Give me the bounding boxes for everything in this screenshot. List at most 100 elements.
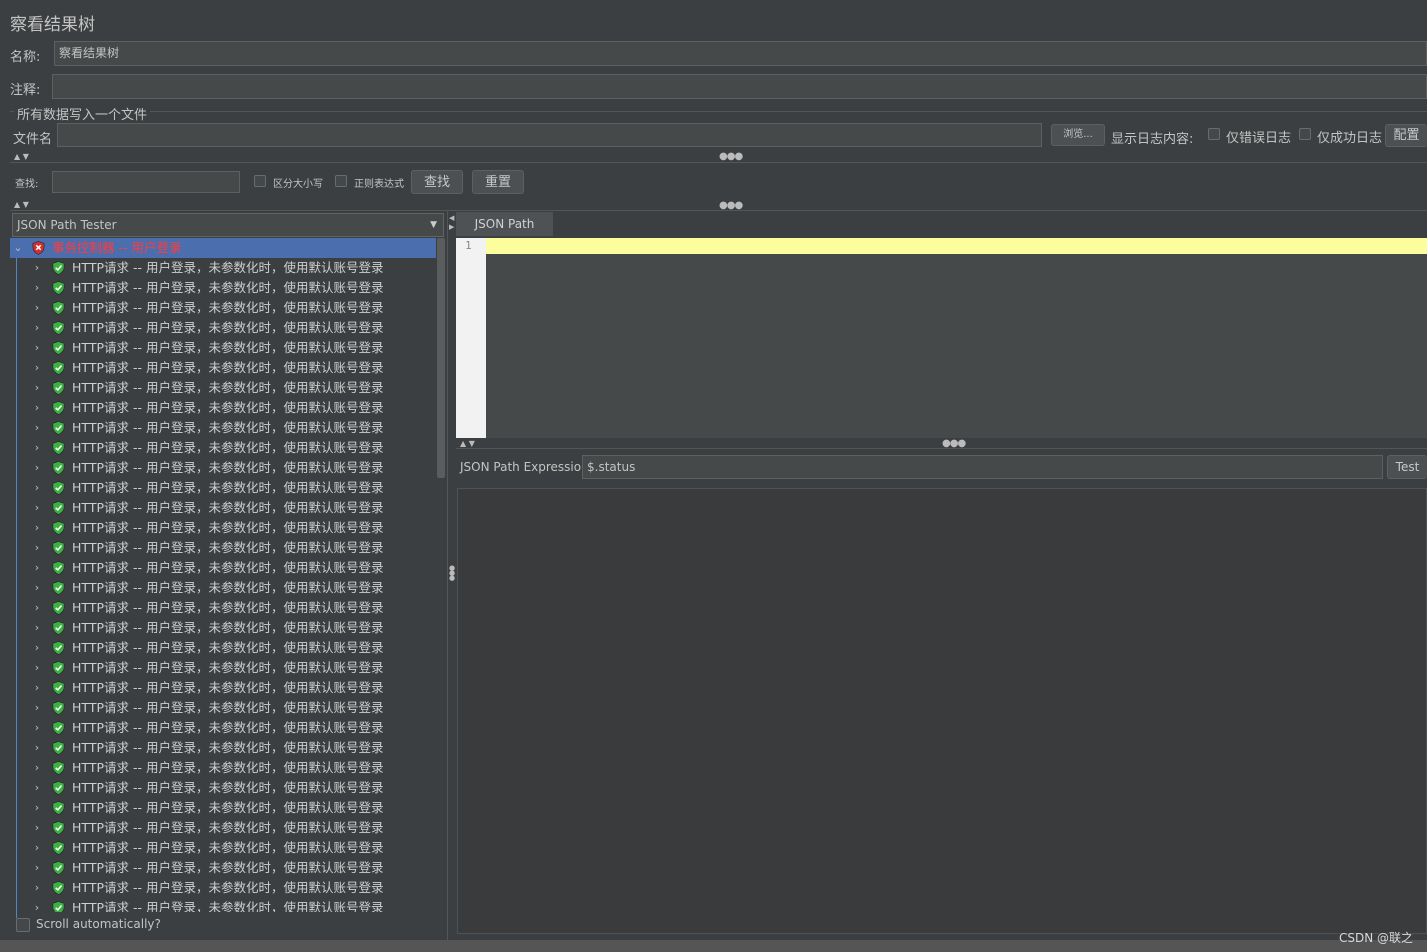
chevron-right-icon[interactable]: › <box>30 558 44 578</box>
tree-root-row[interactable]: ⌄ 事务控制器 -- 用户登录 <box>10 238 436 258</box>
chevron-right-icon[interactable]: › <box>30 398 44 418</box>
tree-child-row[interactable]: › HTTP请求 -- 用户登录，未参数化时，使用默认账号登录 <box>10 478 436 498</box>
chevron-right-icon[interactable]: › <box>30 698 44 718</box>
result-tree[interactable]: ⌄ 事务控制器 -- 用户登录 › HTTP请求 -- 用户登录，未参数化时，使用默认… <box>10 238 436 912</box>
tree-child-row[interactable]: › HTTP请求 -- 用户登录，未参数化时，使用默认账号登录 <box>10 758 436 778</box>
tree-child-row[interactable]: › HTTP请求 -- 用户登录，未参数化时，使用默认账号登录 <box>10 838 436 858</box>
tree-child-row[interactable]: › HTTP请求 -- 用户登录，未参数化时，使用默认账号登录 <box>10 698 436 718</box>
success-only-checkbox[interactable] <box>1299 128 1311 140</box>
chevron-right-icon[interactable]: › <box>30 298 44 318</box>
scroll-automatically-checkbox[interactable] <box>16 918 30 932</box>
tree-child-row[interactable]: › HTTP请求 -- 用户登录，未参数化时，使用默认账号登录 <box>10 258 436 278</box>
tree-child-row[interactable]: › HTTP请求 -- 用户登录，未参数化时，使用默认账号登录 <box>10 778 436 798</box>
chevron-right-icon[interactable]: › <box>30 318 44 338</box>
tree-child-row[interactable]: › HTTP请求 -- 用户登录，未参数化时，使用默认账号登录 <box>10 438 436 458</box>
tree-child-row[interactable]: › HTTP请求 -- 用户登录，未参数化时，使用默认账号登录 <box>10 658 436 678</box>
browse-button[interactable]: 浏览... <box>1051 124 1105 146</box>
splitter-handle-icon[interactable]: ●●● <box>719 151 743 162</box>
tree-child-row[interactable]: › HTTP请求 -- 用户登录，未参数化时，使用默认账号登录 <box>10 538 436 558</box>
json-path-expression-input[interactable]: $.status <box>582 455 1383 479</box>
renderer-select[interactable]: JSON Path Tester ▼ <box>12 213 444 237</box>
response-editor[interactable] <box>456 238 1427 438</box>
chevron-right-icon[interactable]: › <box>30 718 44 738</box>
tree-child-row[interactable]: › HTTP请求 -- 用户登录，未参数化时，使用默认账号登录 <box>10 338 436 358</box>
splitter-handle-icon[interactable]: ●●● <box>449 565 455 582</box>
tree-child-row[interactable]: › HTTP请求 -- 用户登录，未参数化时，使用默认账号登录 <box>10 878 436 898</box>
chevron-right-icon[interactable]: › <box>30 498 44 518</box>
tree-child-row[interactable]: › HTTP请求 -- 用户登录，未参数化时，使用默认账号登录 <box>10 618 436 638</box>
chevron-right-icon[interactable]: › <box>30 338 44 358</box>
chevron-right-icon[interactable]: › <box>30 438 44 458</box>
chevron-right-icon[interactable]: › <box>30 278 44 298</box>
chevron-right-icon[interactable]: › <box>30 858 44 878</box>
chevron-right-icon[interactable]: › <box>30 818 44 838</box>
success-shield-icon <box>52 341 65 355</box>
errors-only-checkbox[interactable] <box>1208 128 1220 140</box>
chevron-right-icon[interactable]: › <box>30 838 44 858</box>
tree-child-row[interactable]: › HTTP请求 -- 用户登录，未参数化时，使用默认账号登录 <box>10 898 436 912</box>
chevron-right-icon[interactable]: › <box>30 518 44 538</box>
chevron-right-icon[interactable]: › <box>30 258 44 278</box>
chevron-right-icon[interactable]: › <box>30 678 44 698</box>
case-sensitive-checkbox[interactable] <box>254 175 266 187</box>
editor-gutter <box>456 238 486 438</box>
tree-child-row[interactable]: › HTTP请求 -- 用户登录，未参数化时，使用默认账号登录 <box>10 458 436 478</box>
tree-child-row[interactable]: › HTTP请求 -- 用户登录，未参数化时，使用默认账号登录 <box>10 818 436 838</box>
chevron-right-icon[interactable]: › <box>30 658 44 678</box>
tree-child-row[interactable]: › HTTP请求 -- 用户登录，未参数化时，使用默认账号登录 <box>10 638 436 658</box>
tree-child-row[interactable]: › HTTP请求 -- 用户登录，未参数化时，使用默认账号登录 <box>10 498 436 518</box>
configure-button[interactable]: 配置 <box>1385 124 1427 147</box>
tree-child-row[interactable]: › HTTP请求 -- 用户登录，未参数化时，使用默认账号登录 <box>10 398 436 418</box>
chevron-right-icon[interactable]: › <box>30 378 44 398</box>
chevron-right-icon[interactable]: › <box>30 878 44 898</box>
collapse-arrows-icon[interactable]: ▲ ▼ <box>14 152 29 161</box>
filename-input[interactable] <box>57 123 1042 147</box>
tree-scrollbar[interactable] <box>437 238 445 478</box>
chevron-right-icon[interactable]: › <box>30 478 44 498</box>
success-shield-icon <box>52 761 65 775</box>
test-button[interactable]: Test <box>1387 455 1427 479</box>
chevron-right-icon[interactable]: › <box>30 758 44 778</box>
search-input[interactable] <box>52 171 240 193</box>
tree-child-row[interactable]: › HTTP请求 -- 用户登录，未参数化时，使用默认账号登录 <box>10 318 436 338</box>
comment-input[interactable] <box>52 74 1427 99</box>
error-shield-icon <box>32 241 45 255</box>
name-input[interactable]: 察看结果树 <box>54 41 1427 66</box>
chevron-right-icon[interactable]: › <box>30 778 44 798</box>
tree-child-row[interactable]: › HTTP请求 -- 用户登录，未参数化时，使用默认账号登录 <box>10 418 436 438</box>
chevron-down-icon[interactable]: ⌄ <box>11 238 25 258</box>
collapse-arrows-icon[interactable]: ◀ ▶ <box>449 214 454 232</box>
chevron-right-icon[interactable]: › <box>30 598 44 618</box>
chevron-right-icon[interactable]: › <box>30 458 44 478</box>
regex-checkbox[interactable] <box>335 175 347 187</box>
tree-child-row[interactable]: › HTTP请求 -- 用户登录，未参数化时，使用默认账号登录 <box>10 558 436 578</box>
reset-button[interactable]: 重置 <box>472 170 524 194</box>
tab-json-path-tester[interactable]: JSON Path Tester <box>456 212 553 255</box>
find-button[interactable]: 查找 <box>411 170 463 194</box>
tree-child-row[interactable]: › HTTP请求 -- 用户登录，未参数化时，使用默认账号登录 <box>10 798 436 818</box>
chevron-right-icon[interactable]: › <box>30 798 44 818</box>
chevron-right-icon[interactable]: › <box>30 638 44 658</box>
tree-child-row[interactable]: › HTTP请求 -- 用户登录，未参数化时，使用默认账号登录 <box>10 358 436 378</box>
tree-child-row[interactable]: › HTTP请求 -- 用户登录，未参数化时，使用默认账号登录 <box>10 738 436 758</box>
tree-child-row[interactable]: › HTTP请求 -- 用户登录，未参数化时，使用默认账号登录 <box>10 578 436 598</box>
tree-child-row[interactable]: › HTTP请求 -- 用户登录，未参数化时，使用默认账号登录 <box>10 298 436 318</box>
chevron-right-icon[interactable]: › <box>30 578 44 598</box>
collapse-arrows-icon[interactable]: ▲ ▼ <box>14 200 29 209</box>
result-output-area[interactable] <box>457 488 1427 934</box>
tree-child-row[interactable]: › HTTP请求 -- 用户登录，未参数化时，使用默认账号登录 <box>10 518 436 538</box>
tree-child-row[interactable]: › HTTP请求 -- 用户登录，未参数化时，使用默认账号登录 <box>10 378 436 398</box>
chevron-right-icon[interactable]: › <box>30 618 44 638</box>
tree-child-row[interactable]: › HTTP请求 -- 用户登录，未参数化时，使用默认账号登录 <box>10 278 436 298</box>
chevron-right-icon[interactable]: › <box>30 738 44 758</box>
tree-child-row[interactable]: › HTTP请求 -- 用户登录，未参数化时，使用默认账号登录 <box>10 598 436 618</box>
tree-child-row[interactable]: › HTTP请求 -- 用户登录，未参数化时，使用默认账号登录 <box>10 718 436 738</box>
success-shield-icon <box>52 261 65 275</box>
chevron-right-icon[interactable]: › <box>30 358 44 378</box>
tree-child-row[interactable]: › HTTP请求 -- 用户登录，未参数化时，使用默认账号登录 <box>10 858 436 878</box>
chevron-right-icon[interactable]: › <box>30 538 44 558</box>
tree-child-row[interactable]: › HTTP请求 -- 用户登录，未参数化时，使用默认账号登录 <box>10 678 436 698</box>
chevron-right-icon[interactable]: › <box>30 898 44 912</box>
chevron-right-icon[interactable]: › <box>30 418 44 438</box>
collapse-arrows-icon[interactable]: ▲ ▼ <box>460 439 475 448</box>
